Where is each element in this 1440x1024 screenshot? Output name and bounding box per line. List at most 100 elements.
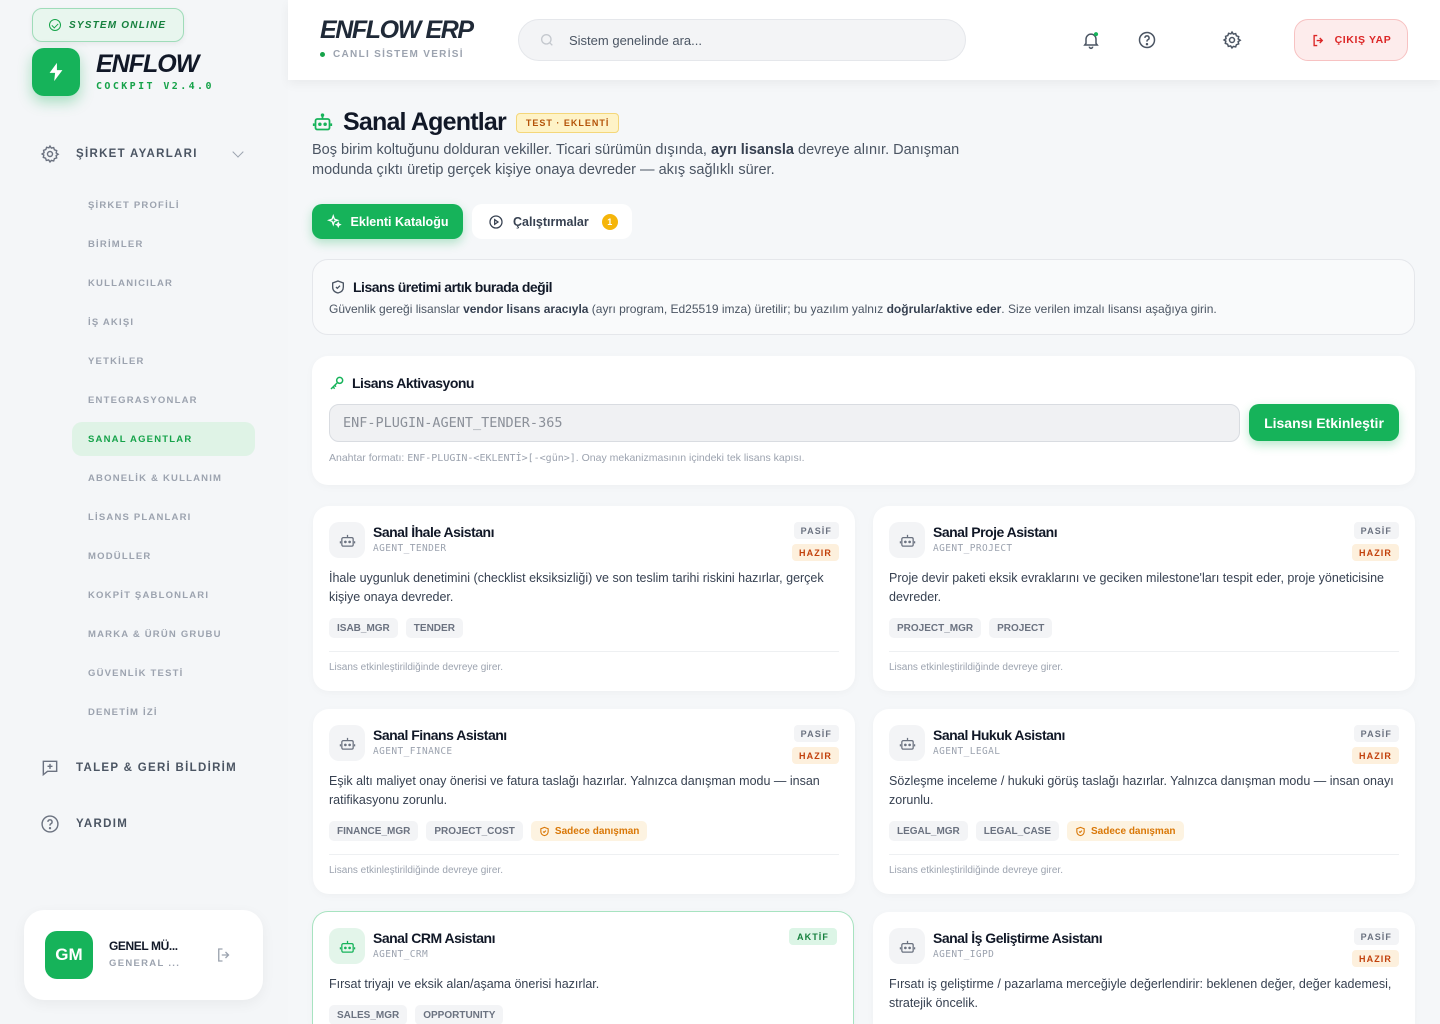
- robot-icon: [312, 113, 333, 131]
- help-icon[interactable]: [1137, 30, 1157, 50]
- license-hint: Anahtar formatı: ENF-PLUGIN-<EKLENTİ>[-<…: [329, 452, 805, 464]
- user-name: GENEL MÜ...: [109, 939, 178, 953]
- sidebar-item-kokpit-sablonlari[interactable]: KOKPİT ŞABLONLARI: [72, 578, 255, 612]
- status-badge: PASİF: [1353, 928, 1399, 945]
- agent-name: Sanal CRM Asistanı: [373, 930, 495, 946]
- nav-group-sirket-ayarlari[interactable]: ŞİRKET AYARLARI: [40, 142, 250, 166]
- agent-code: AGENT_PROJECT: [933, 543, 1013, 554]
- agent-name: Sanal Finans Asistanı: [373, 727, 507, 743]
- help-label: YARDIM: [76, 818, 129, 830]
- tag: PROJECT: [989, 618, 1053, 638]
- shield-check-icon: [1076, 826, 1085, 836]
- agent-description: Sözleşme inceleme / hukuki görüş taslağı…: [889, 774, 1394, 807]
- sidebar-item-sanal-agentlar[interactable]: SANAL AGENTLAR: [72, 422, 255, 456]
- sparkles-icon: [326, 214, 342, 229]
- robot-icon: [329, 522, 365, 558]
- shield-icon: [332, 280, 344, 294]
- agent-tags: FINANCE_MGR PROJECT_COST Sadece danışman: [329, 821, 648, 841]
- agent-card-legal[interactable]: Sanal Hukuk Asistanı AGENT_LEGAL PASİF H…: [873, 709, 1415, 894]
- agent-status: PASİF HAZIR: [1352, 928, 1399, 967]
- divider: [329, 651, 839, 652]
- sidebar-item-birimler[interactable]: BİRİMLER: [72, 227, 255, 261]
- advisor-only-label: Sadece danışman: [554, 825, 640, 837]
- sidebar-item-lisans-planlari[interactable]: LİSANS PLANLARI: [72, 500, 255, 534]
- activate-license-button[interactable]: Lisansı Etkinleştir: [1249, 404, 1399, 441]
- agent-description: Fırsatı iş geliştirme / pazarlama merceğ…: [889, 977, 1392, 1010]
- tag: ISAB_MGR: [329, 618, 398, 638]
- agent-status: PASİF HAZIR: [1352, 522, 1399, 561]
- sidebar-item-denetim-izi[interactable]: DENETİM İZİ: [72, 695, 255, 729]
- robot-icon: [329, 928, 365, 964]
- agent-tags: PROJECT_MGR PROJECT: [889, 618, 1053, 638]
- advisor-only-label: Sadece danışman: [1091, 825, 1176, 837]
- tag: LEGAL_CASE: [975, 821, 1060, 841]
- sidebar-item-feedback[interactable]: TALEP & GERİ BİLDİRİM: [40, 756, 237, 780]
- agent-status: PASİF HAZIR: [1352, 725, 1399, 764]
- bell-icon[interactable]: [1081, 30, 1101, 50]
- robot-icon: [889, 725, 925, 761]
- agent-tags: ISAB_MGR TENDER: [329, 618, 463, 638]
- brand-version: COCKPIT V2.4.0: [96, 81, 214, 92]
- tag: PROJECT_COST: [426, 821, 523, 841]
- notice-bold: vendor lisans aracıyla: [463, 302, 589, 316]
- notice-part: . Size verilen imzalı lisansı aşağıya gi…: [1001, 302, 1217, 316]
- sidebar-item-guvenlik-testi[interactable]: GÜVENLİK TESTİ: [72, 656, 255, 690]
- settings-icon[interactable]: [1222, 30, 1242, 50]
- agent-code: AGENT_FINANCE: [373, 746, 453, 757]
- agent-card-finance[interactable]: Sanal Finans Asistanı AGENT_FINANCE PASİ…: [313, 709, 855, 894]
- feedback-label: TALEP & GERİ BİLDİRİM: [76, 762, 238, 774]
- agent-card-project[interactable]: Sanal Proje Asistanı AGENT_PROJECT PASİF…: [873, 506, 1415, 691]
- advisor-only-tag: Sadece danışman: [1067, 821, 1184, 841]
- live-label: CANLI SİSTEM VERİSİ: [333, 49, 464, 60]
- tab-runs[interactable]: Çalıştırmalar 1: [472, 204, 632, 239]
- agent-card-crm[interactable]: Sanal CRM Asistanı AGENT_CRM AKTİF Fırsa…: [312, 911, 854, 1024]
- key-icon: [330, 376, 344, 390]
- license-key-input[interactable]: [329, 404, 1240, 442]
- sidebar-item-marka-urun[interactable]: MARKA & ÜRÜN GRUBU: [72, 617, 255, 651]
- sidebar-item-entegrasyonlar[interactable]: ENTEGRASYONLAR: [72, 383, 255, 417]
- agent-card-tender[interactable]: Sanal İhale Asistanı AGENT_TENDER PASİF …: [313, 506, 855, 691]
- agent-name: Sanal İş Geliştirme Asistanı: [933, 930, 1103, 946]
- agent-footer: Lisans etkinleştirildiğinde devreye gire…: [329, 662, 503, 673]
- agent-name: Sanal İhale Asistanı: [373, 524, 494, 540]
- page-title: Sanal Agentlar: [343, 108, 507, 136]
- search-input[interactable]: [569, 32, 949, 48]
- logout-button[interactable]: ÇIKIŞ YAP: [1294, 19, 1408, 61]
- agent-tags: SALES_MGR OPPORTUNITY: [329, 1005, 504, 1024]
- agent-description: İhale uygunluk denetimini (checklist eks…: [329, 571, 824, 604]
- runs-count-badge: 1: [601, 213, 618, 230]
- system-status-text: SYSTEM ONLINE: [69, 19, 167, 31]
- play-circle-icon: [489, 214, 503, 229]
- status-badge: PASİF: [1353, 522, 1399, 539]
- logout-icon[interactable]: [215, 946, 233, 964]
- tag: LEGAL_MGR: [889, 821, 968, 841]
- global-search[interactable]: [518, 19, 966, 61]
- sidebar-item-sirket-profili[interactable]: ŞİRKET PROFİLİ: [72, 188, 255, 222]
- avatar: GM: [45, 931, 93, 979]
- advisor-only-tag: Sadece danışman: [530, 821, 648, 841]
- sidebar-item-kullanicilar[interactable]: KULLANICILAR: [72, 266, 255, 300]
- page-description: Boş birim koltuğunu dolduran vekiller. T…: [312, 140, 992, 180]
- tab-plugin-catalog[interactable]: Eklenti Kataloğu: [312, 204, 463, 239]
- tab-label: Eklenti Kataloğu: [350, 214, 449, 229]
- bolt-icon[interactable]: [32, 48, 80, 96]
- desc-bold: ayrı lisansla: [710, 142, 794, 158]
- robot-icon: [889, 522, 925, 558]
- sidebar-item-is-akisi[interactable]: İŞ AKIŞI: [72, 305, 255, 339]
- sidebar-item-yetkiler[interactable]: YETKİLER: [72, 344, 255, 378]
- hint-code: ENF-PLUGIN-<EKLENTİ>[-<gün>]: [407, 453, 576, 464]
- notice-text: Güvenlik gereği lisanslar vendor lisans …: [329, 302, 1217, 316]
- agent-name: Sanal Proje Asistanı: [933, 524, 1058, 540]
- notice-title: Lisans üretimi artık burada değil: [353, 279, 553, 295]
- user-card[interactable]: GM GENEL MÜ... GENERAL ...: [24, 910, 263, 1000]
- notice-part: (ayrı program, Ed25519 imza) üretilir; b…: [588, 302, 887, 316]
- hint-part: . Onay mekanizmasının içindeki tek lisan…: [575, 452, 805, 464]
- agent-description: Eşik altı maliyet onay önerisi ve fatura…: [329, 774, 820, 807]
- sidebar-item-abonelik[interactable]: ABONELİK & KULLANIM: [72, 461, 255, 495]
- live-dot-icon: [320, 52, 325, 57]
- agent-card-business-dev[interactable]: Sanal İş Geliştirme Asistanı AGENT_IGPD …: [873, 912, 1415, 1024]
- check-circle-icon: [49, 19, 61, 31]
- sidebar-item-help[interactable]: YARDIM: [40, 812, 128, 836]
- gear-icon: [40, 144, 60, 164]
- sidebar-item-moduller[interactable]: MODÜLLER: [72, 539, 255, 573]
